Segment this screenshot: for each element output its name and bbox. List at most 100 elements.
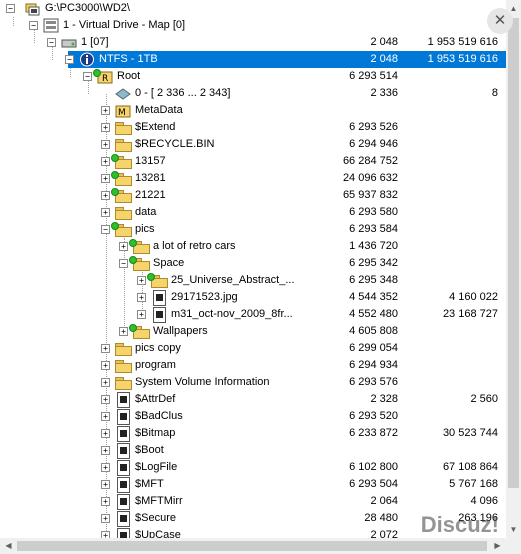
tree-label: $UpCase — [135, 529, 181, 538]
tree-row-folder[interactable]: + data 6 293 580 — [0, 204, 506, 221]
tree-row-folder[interactable]: + pics copy 6 299 054 — [0, 340, 506, 357]
tree-row-root[interactable]: − R Root 6 293 514 — [0, 68, 506, 85]
expand-toggle[interactable]: + — [137, 293, 146, 302]
expand-toggle[interactable]: + — [137, 276, 146, 285]
expand-toggle[interactable]: + — [101, 344, 110, 353]
tree-row-system-file[interactable]: + $Bitmap 6 233 872 30 523 744 — [0, 425, 506, 442]
tree-row-folder[interactable]: + a lot of retro cars 1 436 720 — [0, 238, 506, 255]
horizontal-scrollbar[interactable]: ◀ ▶ — [0, 538, 506, 554]
tree-label: G:\PC3000\WD2\ — [45, 2, 130, 14]
column1-value: 24 096 632 — [342, 172, 398, 184]
system-file-icon — [117, 426, 130, 442]
tree-row-virtual-drive[interactable]: − 1 - Virtual Drive - Map [0] — [0, 17, 506, 34]
tree-label: NTFS - 1TB — [97, 51, 160, 68]
expand-toggle[interactable]: + — [101, 361, 110, 370]
tree-row-drive[interactable]: − G:\PC3000\WD2\ — [0, 0, 506, 17]
tree-row-system-file[interactable]: + $LogFile 6 102 800 67 108 864 — [0, 459, 506, 476]
system-file-icon — [117, 392, 130, 408]
expand-toggle[interactable]: + — [101, 378, 110, 387]
expand-toggle[interactable]: + — [119, 327, 128, 336]
tree-row-system-file[interactable]: + $BadClus 6 293 520 — [0, 408, 506, 425]
scroll-right-arrow-icon[interactable]: ▶ — [489, 538, 506, 554]
status-dot-icon — [93, 69, 101, 77]
file-icon — [153, 307, 166, 323]
vertical-scrollbar[interactable]: ▲ ▼ — [506, 0, 521, 538]
expand-toggle[interactable]: + — [101, 531, 110, 538]
expand-toggle[interactable]: + — [101, 140, 110, 149]
expand-toggle[interactable]: + — [101, 191, 110, 200]
tree-label: pics — [135, 223, 155, 235]
expand-toggle[interactable]: + — [119, 242, 128, 251]
expand-toggle[interactable]: + — [101, 157, 110, 166]
vertical-scroll-thumb[interactable] — [508, 18, 519, 488]
expand-toggle[interactable]: + — [101, 514, 110, 523]
column1-value: 6 294 934 — [349, 359, 398, 371]
collapse-toggle[interactable]: − — [119, 259, 128, 268]
horizontal-scroll-thumb[interactable] — [17, 541, 487, 551]
tree-row-folder[interactable]: + 25_Universe_Abstract_... 6 295 348 — [0, 272, 506, 289]
expand-toggle[interactable]: + — [101, 395, 110, 404]
expand-toggle[interactable]: + — [101, 208, 110, 217]
expand-toggle[interactable]: + — [137, 310, 146, 319]
tree-row-partition[interactable]: − 1 [07] 2 048 1 953 519 616 — [0, 34, 506, 51]
svg-text:M: M — [118, 108, 126, 118]
expand-toggle[interactable]: + — [101, 106, 110, 115]
tree-row-system-file[interactable]: + $MFT 6 293 504 5 767 168 — [0, 476, 506, 493]
collapse-toggle[interactable]: − — [29, 21, 38, 30]
column2-value: 1 953 519 616 — [427, 53, 498, 65]
tree-label: 13281 — [135, 172, 166, 184]
tree-row-folder[interactable]: + $RECYCLE.BIN 6 294 946 — [0, 136, 506, 153]
tree-row-folder-space[interactable]: − Space 6 295 342 — [0, 255, 506, 272]
system-file-icon — [117, 409, 130, 425]
tree-row-folder-pics[interactable]: − pics 6 293 584 — [0, 221, 506, 238]
column2-value: 4 160 022 — [449, 291, 498, 303]
collapse-toggle[interactable]: − — [101, 225, 110, 234]
expand-toggle[interactable]: + — [101, 463, 110, 472]
expand-toggle[interactable]: + — [101, 446, 110, 455]
expand-toggle[interactable]: + — [101, 480, 110, 489]
tree-row-cluster-range[interactable]: 0 - [ 2 336 ... 2 343] 2 336 8 — [0, 85, 506, 102]
tree-row-system-file[interactable]: + $AttrDef 2 328 2 560 — [0, 391, 506, 408]
tree-label: 1 - Virtual Drive - Map [0] — [63, 19, 186, 31]
collapse-toggle[interactable]: − — [6, 4, 15, 13]
tree-row-folder[interactable]: + 21221 65 937 832 — [0, 187, 506, 204]
column2-value: 23 168 727 — [442, 308, 498, 320]
tree-row-system-file[interactable]: + $Boot — [0, 442, 506, 459]
tree-row-ntfs-selected[interactable]: − NTFS - 1TB 2 048 1 953 519 616 — [0, 51, 506, 68]
expand-toggle[interactable]: + — [101, 429, 110, 438]
scroll-left-arrow-icon[interactable]: ◀ — [0, 538, 17, 554]
status-dot-icon — [111, 188, 119, 196]
tree-row-file[interactable]: + 29171523.jpg 4 544 352 4 160 022 — [0, 289, 506, 306]
scroll-down-arrow-icon[interactable]: ▼ — [506, 521, 521, 538]
tree-row-folder[interactable]: + System Volume Information 6 293 576 — [0, 374, 506, 391]
tree-label: $MFTMirr — [135, 495, 183, 507]
tree-row-folder[interactable]: + program 6 294 934 — [0, 357, 506, 374]
expand-toggle[interactable]: + — [101, 412, 110, 421]
tree-row-file[interactable]: + m31_oct-nov_2009_8fr... 4 552 480 23 1… — [0, 306, 506, 323]
tree-row-metadata[interactable]: + M MetaData — [0, 102, 506, 119]
collapse-toggle[interactable]: − — [65, 55, 74, 64]
expand-toggle[interactable]: + — [101, 174, 110, 183]
tree-row-folder[interactable]: + $Extend 6 293 526 — [0, 119, 506, 136]
collapse-toggle[interactable]: − — [47, 38, 56, 47]
tree-label: data — [135, 206, 157, 218]
system-file-icon — [117, 460, 130, 476]
column2-value: 2 560 — [470, 393, 498, 405]
expand-toggle[interactable]: + — [101, 497, 110, 506]
tree-label: 1 [07] — [81, 36, 109, 48]
system-file-icon — [117, 477, 130, 493]
tree-label: $Bitmap — [135, 427, 176, 439]
volume-tree[interactable]: − G:\PC3000\WD2\ − 1 - Virtual Drive - M… — [0, 0, 507, 538]
tree-row-folder[interactable]: + 13281 24 096 632 — [0, 170, 506, 187]
tree-row-system-file[interactable]: + $MFTMirr 2 064 4 096 — [0, 493, 506, 510]
collapse-toggle[interactable]: − — [83, 72, 92, 81]
scrollbar-corner — [506, 538, 521, 554]
tree-label: $LogFile — [135, 461, 178, 473]
status-dot-icon — [111, 154, 119, 162]
close-button[interactable]: ✕ — [487, 8, 513, 34]
tree-row-folder[interactable]: + Wallpapers 4 605 808 — [0, 323, 506, 340]
system-file-icon — [117, 494, 130, 510]
expand-toggle[interactable]: + — [101, 123, 110, 132]
tree-row-folder[interactable]: + 13157 66 284 752 — [0, 153, 506, 170]
column1-value: 6 293 514 — [349, 70, 398, 82]
